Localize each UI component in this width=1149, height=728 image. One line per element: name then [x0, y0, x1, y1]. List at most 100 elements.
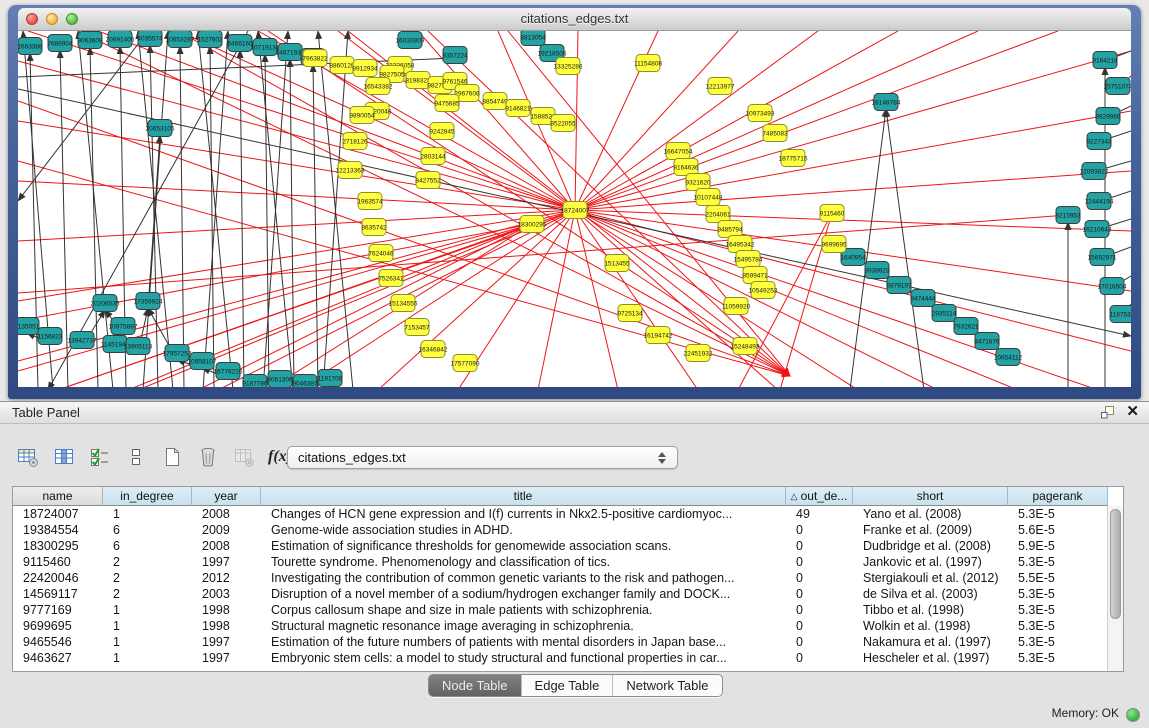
table-row[interactable]: 1872400712008Changes of HCN gene express… [13, 506, 1108, 522]
table-row[interactable]: 2242004622012Investigating the contribut… [13, 570, 1108, 586]
network-node[interactable]: 16194742 [644, 327, 673, 344]
network-node[interactable]: 2204061 [705, 206, 731, 223]
network-node[interactable]: 11059920 [722, 298, 751, 315]
network-node[interactable]: 6466160 [227, 35, 253, 52]
network-node[interactable]: 20206535 [91, 295, 120, 312]
new-table-icon[interactable] [158, 443, 186, 471]
network-node[interactable]: 11154808 [634, 55, 662, 72]
network-node[interactable]: 8164636 [673, 159, 699, 176]
network-node[interactable]: 15692971 [1088, 249, 1117, 266]
network-node[interactable]: 16033809 [396, 32, 425, 49]
table-selector-dropdown[interactable]: citations_edges.txt [287, 446, 678, 469]
column-header-in_degree[interactable]: in_degree [103, 487, 192, 506]
column-header-out_degree[interactable]: △out_de... [786, 487, 853, 506]
network-node[interactable]: 9115460 [820, 205, 845, 222]
network-node[interactable]: 2803144 [420, 148, 446, 165]
network-node[interactable]: 9474444 [910, 290, 936, 307]
network-node[interactable]: 9227343 [1086, 133, 1112, 150]
network-svg[interactable]: 1663388768690490636082069140640355741065… [18, 31, 1131, 387]
network-node[interactable]: 18724007 [561, 202, 590, 219]
network-node[interactable]: 17016504 [1098, 278, 1127, 295]
network-node[interactable]: 9890054 [349, 107, 375, 124]
network-node[interactable]: 9146821 [505, 100, 531, 117]
network-node[interactable]: 20653105 [146, 120, 175, 137]
table-row[interactable]: 969969511998Structural magnetic resonanc… [13, 618, 1108, 634]
network-node[interactable]: 9725134 [617, 305, 643, 322]
network-node[interactable]: 8599471 [742, 267, 768, 284]
window-titlebar[interactable]: citations_edges.txt [18, 8, 1131, 31]
select-attributes-icon[interactable] [86, 443, 114, 471]
network-node[interactable]: 10653287 [166, 31, 195, 48]
delete-attribute-icon[interactable] [194, 443, 222, 471]
network-node[interactable]: 8522055 [550, 115, 576, 132]
network-node[interactable]: 9829966 [1095, 108, 1121, 125]
network-node[interactable]: 12093822 [1080, 163, 1109, 180]
network-node[interactable]: 16647054 [664, 143, 693, 160]
memory-status-icon[interactable] [1126, 708, 1140, 722]
network-node[interactable]: 7153457 [404, 319, 430, 336]
network-node[interactable]: 17359924 [134, 293, 163, 310]
network-node[interactable]: 8938923 [864, 262, 890, 279]
table-row[interactable]: 977716911998Corpus callosum shape and si… [13, 602, 1108, 618]
network-node[interactable]: 1513455 [604, 255, 630, 272]
network-node[interactable]: 8427552 [415, 172, 441, 189]
column-header-title[interactable]: title [261, 487, 786, 506]
table-row[interactable]: 1830029562008Estimation of significance … [13, 538, 1108, 554]
float-panel-icon[interactable] [1099, 404, 1116, 421]
network-node[interactable]: 1156823 [38, 328, 63, 345]
network-node[interactable]: 8471676 [974, 333, 1000, 350]
network-node[interactable]: 9699695 [821, 236, 847, 253]
network-node[interactable]: 8813054 [520, 31, 546, 46]
tab-edge-table[interactable]: Edge Table [521, 675, 613, 696]
column-header-name[interactable]: name [13, 487, 103, 506]
network-node[interactable]: 10549253 [749, 282, 778, 299]
table-row[interactable]: 1938455462009Genome-wide association stu… [13, 522, 1108, 538]
network-node[interactable]: 8860128 [329, 57, 355, 74]
network-node[interactable]: 2935114 [932, 305, 957, 322]
network-node[interactable]: 8854749 [482, 93, 508, 110]
network-node[interactable]: 9164218 [1092, 52, 1118, 69]
table-row[interactable]: 1456911722003Disruption of a novel membe… [13, 586, 1108, 602]
table-row[interactable]: 946554611997Estimation of the future num… [13, 634, 1108, 650]
tab-network-table[interactable]: Network Table [612, 675, 721, 696]
network-node[interactable]: 9046387 [292, 375, 318, 388]
network-node[interactable]: 15248493 [731, 338, 760, 355]
scrollbar-thumb[interactable] [1110, 509, 1121, 619]
network-node[interactable]: 7963822 [302, 50, 328, 67]
select-columns-icon[interactable] [50, 443, 78, 471]
network-node[interactable]: 15134555 [389, 295, 418, 312]
network-node[interactable]: 15751074 [1104, 78, 1131, 95]
network-node[interactable]: 7932621 [953, 318, 979, 335]
network-node[interactable]: 9485794 [717, 221, 743, 238]
network-node[interactable]: 1527602 [197, 31, 223, 48]
network-node[interactable]: 1191708 [318, 370, 343, 387]
network-node[interactable]: 9063608 [77, 32, 103, 49]
column-header-short[interactable]: short [853, 487, 1008, 506]
network-canvas[interactable]: 1663388768690490636082069140640355741065… [18, 31, 1131, 387]
delete-table-icon[interactable] [230, 443, 258, 471]
table-row[interactable]: 911546021997Tourette syndrome. Phenomeno… [13, 554, 1108, 570]
network-node[interactable]: 13325286 [554, 58, 583, 75]
network-node[interactable]: 16346842 [419, 341, 448, 358]
column-header-year[interactable]: year [192, 487, 261, 506]
network-node[interactable]: 16148784 [872, 94, 901, 111]
network-node[interactable]: 8215953 [1055, 207, 1081, 224]
network-node[interactable]: 7686904 [47, 35, 73, 52]
network-node[interactable]: 18775715 [779, 150, 808, 167]
network-node[interactable]: 18300295 [518, 216, 547, 233]
table-row[interactable]: 946362711997Embryonic stem cells: a mode… [13, 650, 1108, 666]
network-node[interactable]: 1135051 [18, 318, 40, 335]
network-node[interactable]: 17577090 [451, 355, 480, 372]
network-node[interactable]: 8912934 [352, 60, 378, 77]
row-height-icon[interactable] [122, 443, 150, 471]
network-node[interactable]: 8061306 [267, 371, 293, 388]
network-node[interactable]: 1663388 [18, 38, 43, 55]
network-node[interactable]: 16210643 [1083, 221, 1112, 238]
network-node[interactable]: 16495342 [726, 236, 755, 253]
network-node[interactable]: 8357224 [442, 47, 468, 64]
network-node[interactable]: 7526341 [378, 270, 404, 287]
network-node[interactable]: 12444194 [1085, 193, 1114, 210]
column-header-pagerank[interactable]: pagerank [1008, 487, 1108, 506]
network-node[interactable]: 12213977 [706, 78, 735, 95]
network-node[interactable]: 1963574 [357, 193, 383, 210]
